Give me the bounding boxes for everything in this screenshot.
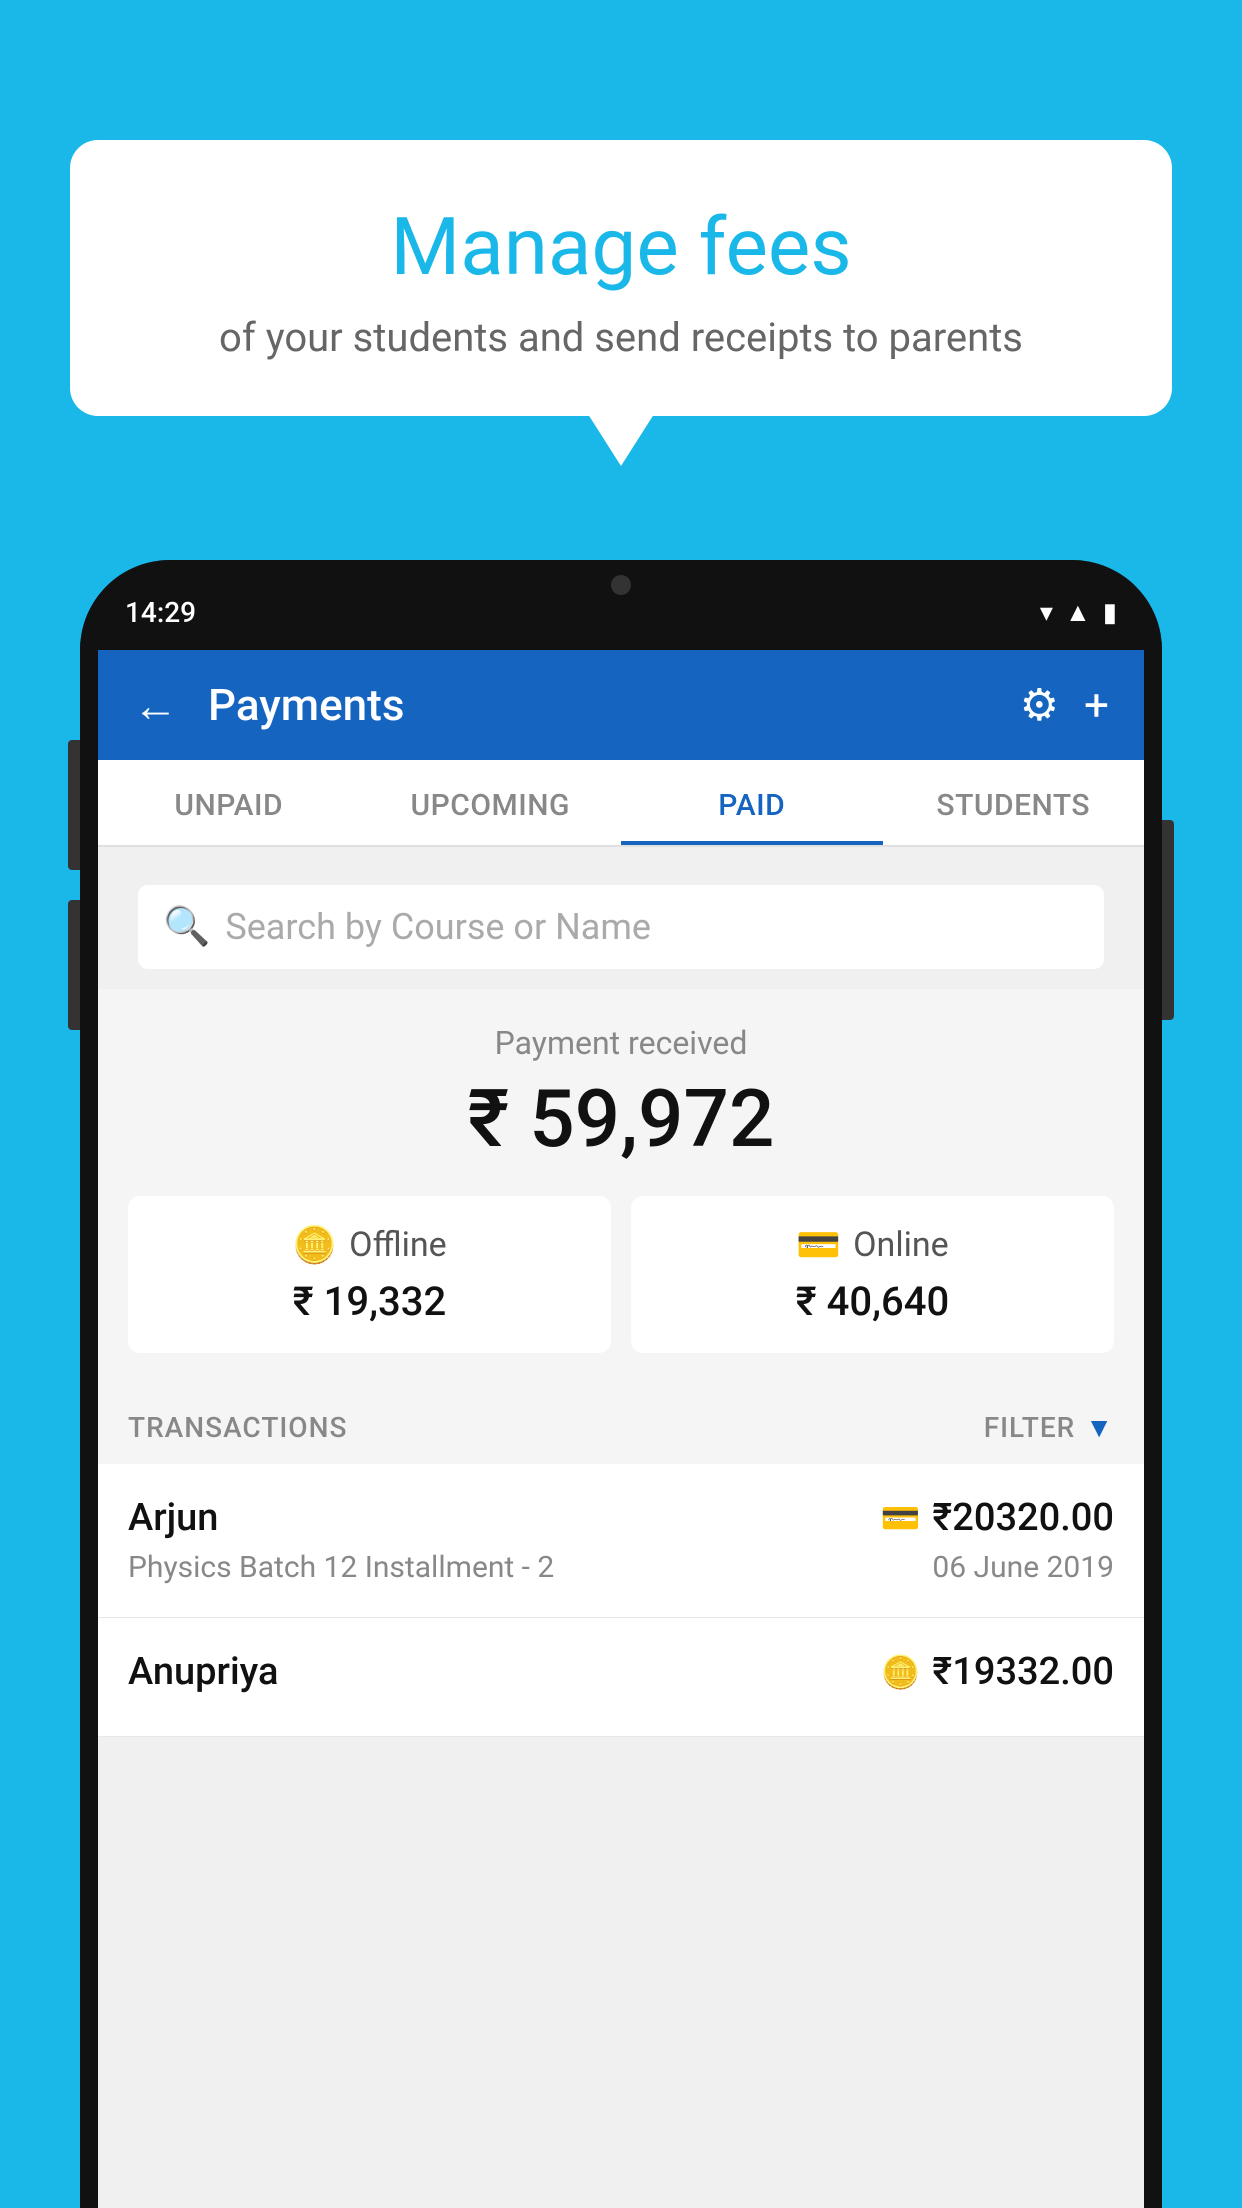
speech-bubble-title: Manage fees xyxy=(120,200,1122,294)
app-screen: ← Payments ⚙ + UNPAID UPCOMING PAID STUD… xyxy=(98,650,1144,2208)
table-row[interactable]: Arjun 💳 ₹20320.00 Physics Batch 12 Insta… xyxy=(98,1464,1144,1618)
total-amount: ₹ 59,972 xyxy=(128,1072,1114,1166)
wifi-icon: ▾ xyxy=(1040,598,1053,628)
status-icons: ▾ ▲ ▮ xyxy=(1040,597,1117,628)
payment-cards: 🪙 Offline ₹ 19,332 💳 Online ₹ 40,640 xyxy=(128,1196,1114,1353)
settings-icon[interactable]: ⚙ xyxy=(1020,679,1059,731)
speech-bubble-subtitle: of your students and send receipts to pa… xyxy=(120,314,1122,361)
tab-unpaid[interactable]: UNPAID xyxy=(98,760,360,845)
offline-icon: 🪙 xyxy=(292,1224,337,1266)
offline-payment-icon: 🪙 xyxy=(881,1653,921,1691)
transactions-header: TRANSACTIONS FILTER ▼ xyxy=(98,1383,1144,1464)
tab-paid[interactable]: PAID xyxy=(621,760,883,845)
transaction-amount-1: ₹20320.00 xyxy=(932,1496,1114,1540)
filter-icon: ▼ xyxy=(1085,1411,1114,1444)
volume-button-up xyxy=(68,740,80,870)
search-icon: 🔍 xyxy=(163,905,210,949)
status-time: 14:29 xyxy=(125,596,196,629)
transaction-name-1: Arjun xyxy=(128,1496,218,1540)
top-bar-icons: ⚙ + xyxy=(1020,679,1109,731)
transaction-name-2: Anupriya xyxy=(128,1650,278,1694)
online-card: 💳 Online ₹ 40,640 xyxy=(631,1196,1114,1353)
table-row[interactable]: Anupriya 🪙 ₹19332.00 xyxy=(98,1618,1144,1737)
page-title: Payments xyxy=(208,679,990,731)
transaction-amount-area-1: 💳 ₹20320.00 xyxy=(881,1496,1114,1540)
add-icon[interactable]: + xyxy=(1084,679,1109,731)
tab-bar: UNPAID UPCOMING PAID STUDENTS xyxy=(98,760,1144,847)
search-input[interactable]: Search by Course or Name xyxy=(225,906,651,948)
transaction-amount-area-2: 🪙 ₹19332.00 xyxy=(881,1650,1114,1694)
tab-upcoming[interactable]: UPCOMING xyxy=(360,760,622,845)
tab-students[interactable]: STUDENTS xyxy=(883,760,1145,845)
transaction-course-1: Physics Batch 12 Installment - 2 xyxy=(128,1550,554,1585)
online-label: Online xyxy=(853,1225,949,1265)
offline-card: 🪙 Offline ₹ 19,332 xyxy=(128,1196,611,1353)
transaction-top-2: Anupriya 🪙 ₹19332.00 xyxy=(128,1650,1114,1694)
transactions-label: TRANSACTIONS xyxy=(128,1411,347,1444)
battery-icon: ▮ xyxy=(1103,598,1117,628)
signal-icon: ▲ xyxy=(1065,597,1091,628)
camera xyxy=(611,575,631,595)
offline-card-header: 🪙 Offline xyxy=(148,1224,591,1266)
credit-card-icon: 💳 xyxy=(881,1499,921,1537)
transaction-date-1: 06 June 2019 xyxy=(932,1550,1114,1585)
transaction-top-1: Arjun 💳 ₹20320.00 xyxy=(128,1496,1114,1540)
offline-label: Offline xyxy=(349,1225,446,1265)
online-amount: ₹ 40,640 xyxy=(651,1278,1094,1325)
speech-bubble: Manage fees of your students and send re… xyxy=(70,140,1172,416)
payment-summary: Payment received ₹ 59,972 🪙 Offline ₹ 19… xyxy=(98,989,1144,1383)
online-icon: 💳 xyxy=(796,1224,841,1266)
phone-frame: 14:29 ▾ ▲ ▮ ← Payments ⚙ + UNPAID UPCOM xyxy=(80,560,1162,2208)
back-button[interactable]: ← xyxy=(133,679,178,732)
transaction-bottom-1: Physics Batch 12 Installment - 2 06 June… xyxy=(128,1550,1114,1585)
offline-amount: ₹ 19,332 xyxy=(148,1278,591,1325)
filter-button[interactable]: FILTER ▼ xyxy=(984,1411,1114,1444)
power-button xyxy=(1162,820,1174,1020)
search-bar[interactable]: 🔍 Search by Course or Name xyxy=(138,885,1104,969)
top-bar: ← Payments ⚙ + xyxy=(98,650,1144,760)
payment-received-label: Payment received xyxy=(128,1024,1114,1062)
online-card-header: 💳 Online xyxy=(651,1224,1094,1266)
phone-notch xyxy=(551,560,691,610)
transaction-amount-2: ₹19332.00 xyxy=(932,1650,1114,1694)
status-bar: 14:29 ▾ ▲ ▮ xyxy=(80,560,1162,650)
filter-label: FILTER xyxy=(984,1411,1076,1444)
volume-button-down xyxy=(68,900,80,1030)
